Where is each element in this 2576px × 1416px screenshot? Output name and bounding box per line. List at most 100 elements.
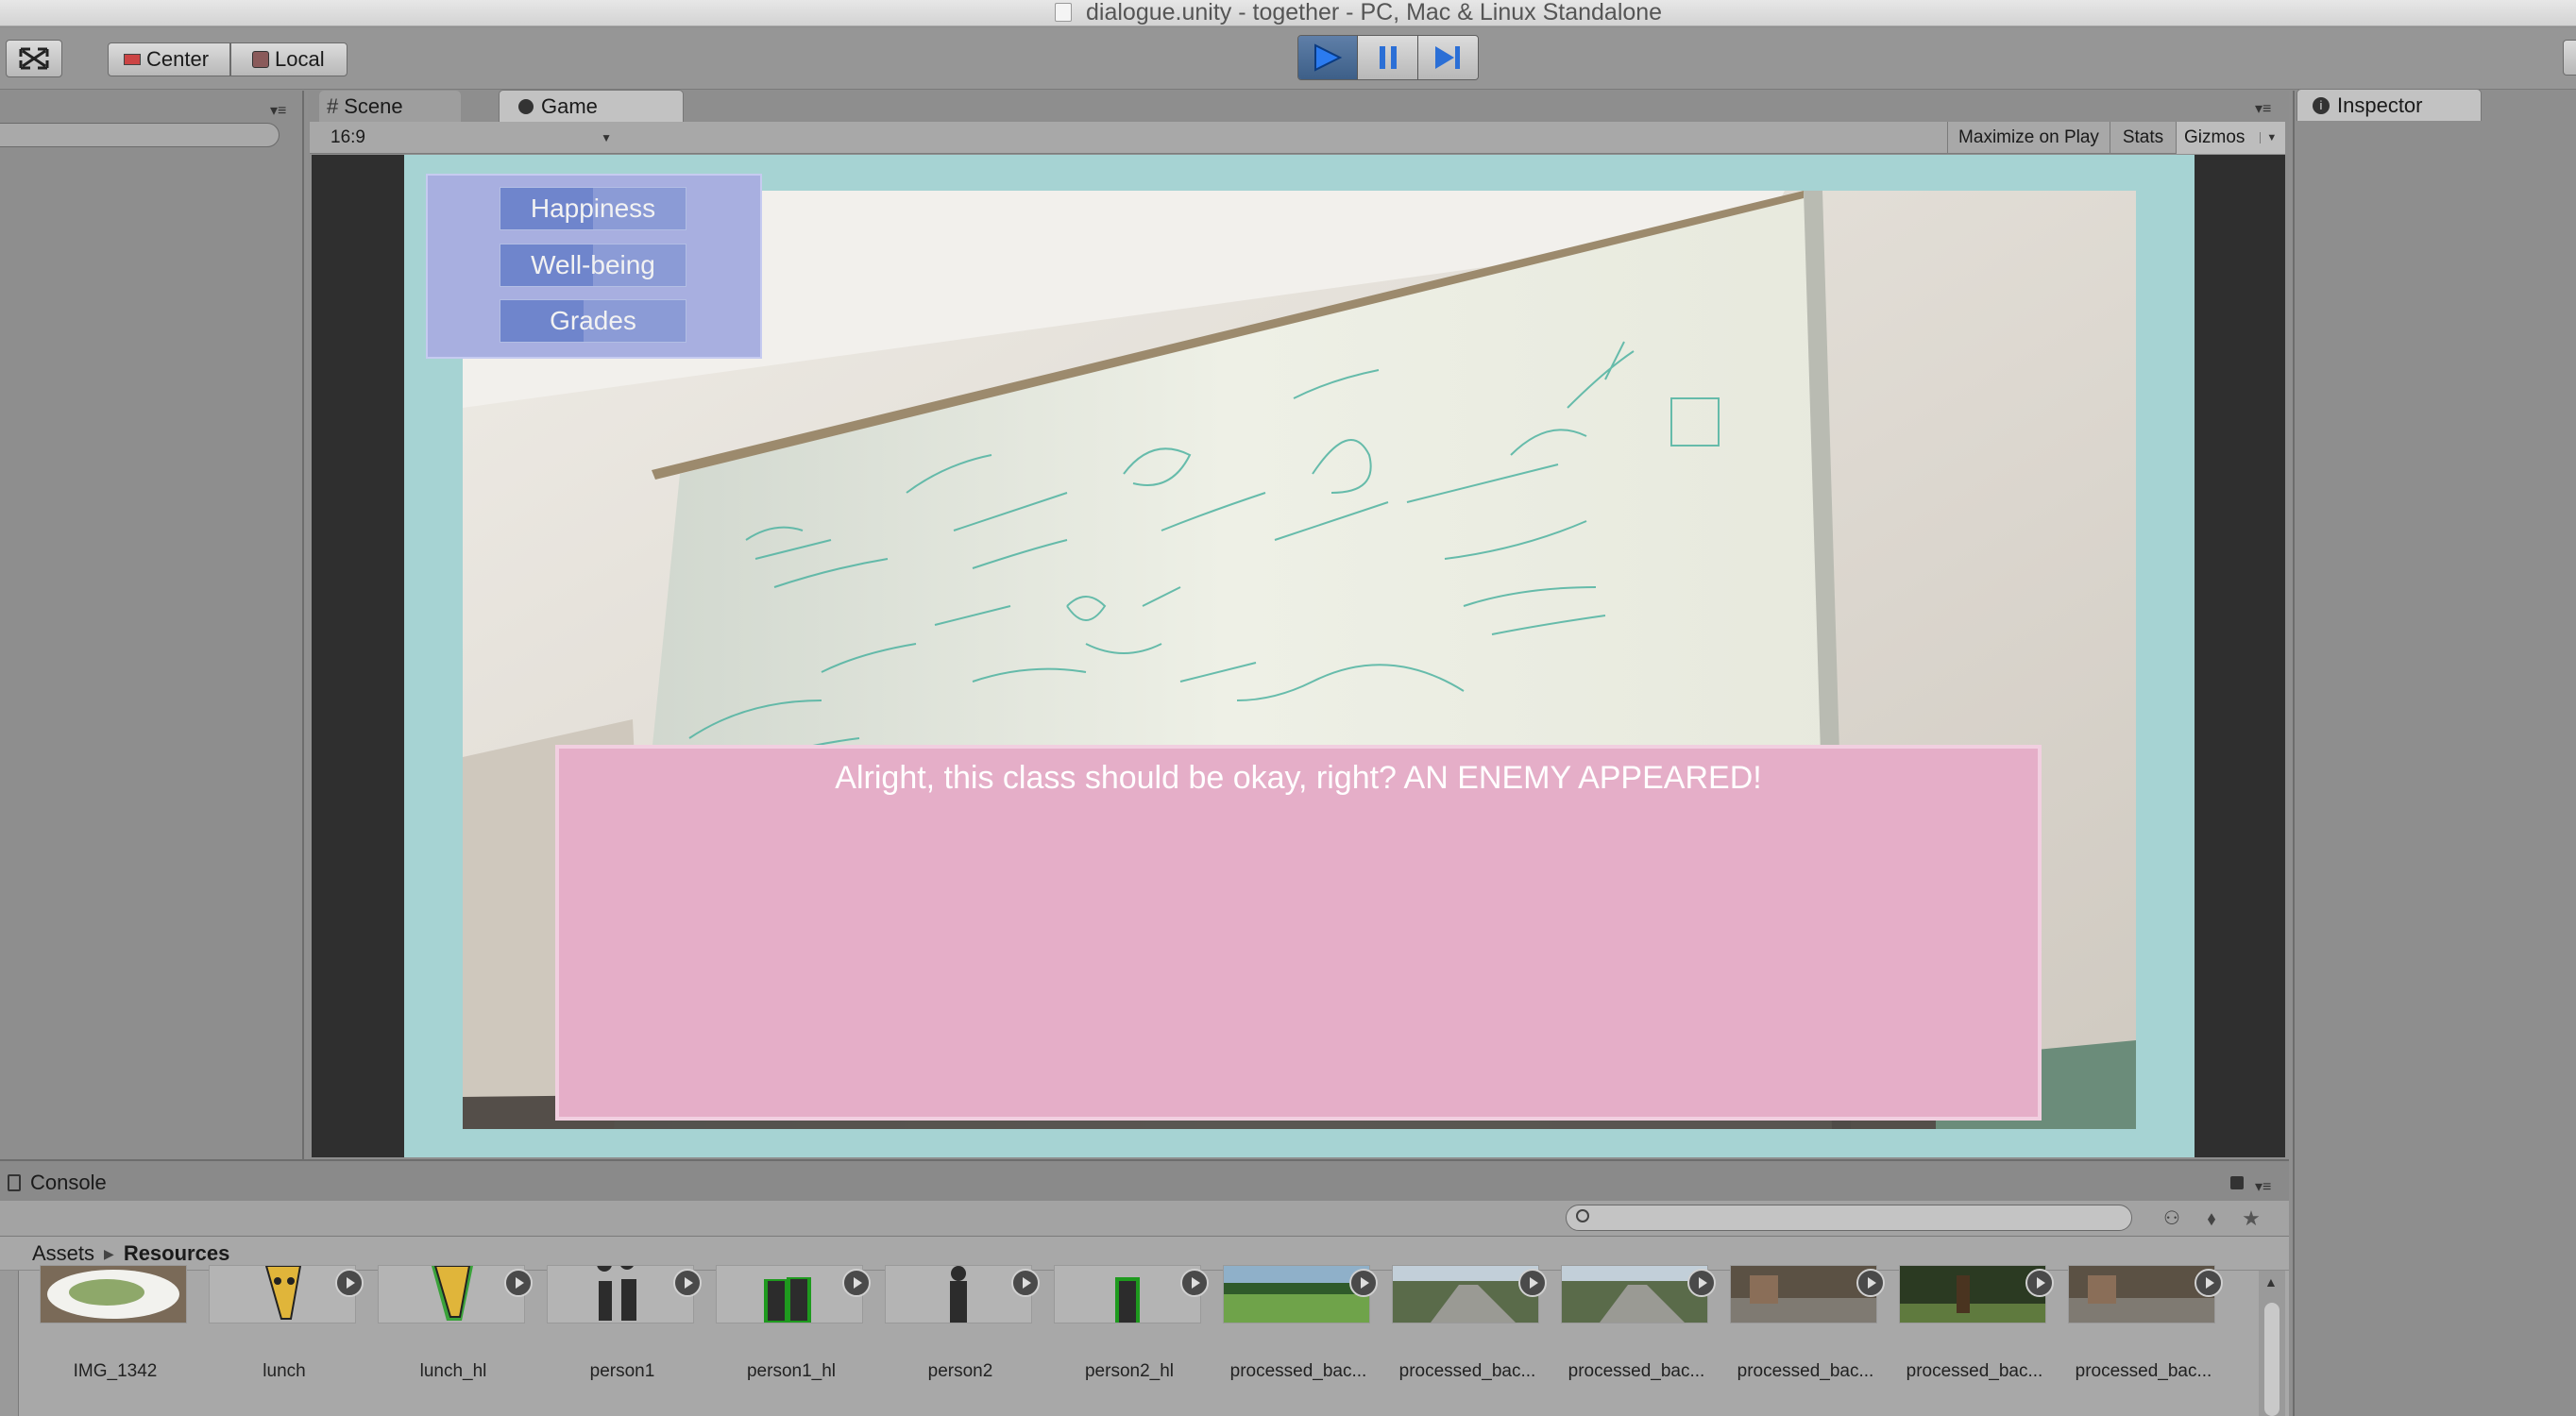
asset-label: processed_bac... <box>1568 1361 1705 1381</box>
gizmos-label: Gizmos <box>2184 127 2246 147</box>
game-menu-icon[interactable]: ▾≡ <box>2255 102 2283 117</box>
asset-thumbnail[interactable] <box>1054 1265 1201 1323</box>
tab-game[interactable]: Game <box>499 90 684 122</box>
breadcrumb-arrow-icon: ▶ <box>104 1245 114 1261</box>
stat-wellbeing[interactable]: Well-being <box>500 244 686 287</box>
asset-thumbnail[interactable] <box>1561 1265 1708 1323</box>
asset-label: processed_bac... <box>2075 1361 2212 1381</box>
asset-thumbnail[interactable] <box>1899 1265 2046 1323</box>
info-icon: i <box>2313 96 2330 114</box>
asset-expand-play-icon[interactable] <box>1518 1269 1547 1297</box>
asset-thumbnail[interactable] <box>209 1265 356 1323</box>
asset-item[interactable]: person2 <box>872 1265 1041 1416</box>
maximize-on-play-label: Maximize on Play <box>1958 127 2099 147</box>
asset-expand-play-icon[interactable] <box>1687 1269 1716 1297</box>
asset-item[interactable]: processed_bac... <box>1886 1265 2055 1416</box>
filter-by-label-icon[interactable]: ⬧ <box>2198 1206 2225 1231</box>
asset-expand-play-icon[interactable] <box>1856 1269 1885 1297</box>
asset-label: lunch <box>263 1361 306 1381</box>
asset-label: processed_bac... <box>1737 1361 1874 1381</box>
stat-happiness-label: Happiness <box>530 194 656 223</box>
tab-console-label: Console <box>30 1171 107 1194</box>
asset-label: IMG_1342 <box>73 1361 158 1381</box>
breadcrumb-resources[interactable]: Resources <box>124 1241 230 1266</box>
tab-scene-label: Scene <box>344 94 403 118</box>
asset-item[interactable]: person1_hl <box>703 1265 872 1416</box>
stat-grades-label: Grades <box>550 306 636 335</box>
asset-label: person2 <box>927 1361 993 1381</box>
asset-item[interactable]: processed_bac... <box>2055 1265 2224 1416</box>
asset-item[interactable]: processed_bac... <box>1210 1265 1379 1416</box>
maximize-scene-button[interactable] <box>6 40 62 77</box>
asset-thumbnail[interactable] <box>1223 1265 1370 1323</box>
hierarchy-panel <box>0 91 304 1159</box>
hierarchy-menu-icon[interactable]: ▾≡ <box>270 104 298 119</box>
asset-label: processed_bac... <box>1398 1361 1536 1381</box>
lock-icon[interactable] <box>2230 1176 2244 1189</box>
asset-thumbnail[interactable] <box>547 1265 694 1323</box>
console-icon <box>8 1174 21 1191</box>
scroll-up-icon[interactable]: ▲ <box>2264 1274 2278 1290</box>
asset-thumbnail[interactable] <box>2068 1265 2215 1323</box>
window-title: dialogue.unity - together - PC, Mac & Li… <box>1086 0 1663 25</box>
pivot-label: Center <box>146 47 210 71</box>
asset-expand-play-icon[interactable] <box>673 1269 702 1297</box>
stat-grades[interactable]: Grades <box>500 299 686 343</box>
project-folder-tree-edge <box>0 1271 19 1416</box>
asset-expand-play-icon[interactable] <box>842 1269 871 1297</box>
assets-scrollbar[interactable]: ▲ <box>2259 1271 2285 1416</box>
hierarchy-search-input[interactable] <box>0 123 280 147</box>
pause-icon <box>1379 46 1397 69</box>
asset-item[interactable]: person2_hl <box>1041 1265 1210 1416</box>
dialogue-box[interactable]: Alright, this class should be okay, righ… <box>555 745 2042 1121</box>
asset-item[interactable]: person1 <box>534 1265 703 1416</box>
pivot-icon <box>124 54 141 65</box>
asset-expand-play-icon[interactable] <box>2195 1269 2223 1297</box>
maximize-on-play-toggle[interactable]: Maximize on Play <box>1947 122 2110 154</box>
asset-thumbnail[interactable] <box>40 1265 187 1323</box>
asset-thumbnail[interactable] <box>1392 1265 1539 1323</box>
unity-document-icon <box>1055 3 1072 22</box>
tab-scene[interactable]: # Scene <box>319 91 461 123</box>
step-button[interactable] <box>1417 36 1478 79</box>
stat-happiness[interactable]: Happiness <box>500 187 686 230</box>
console-menu-icon[interactable]: ▾≡ <box>2255 1180 2283 1195</box>
gizmos-toggle[interactable]: Gizmos ▼ <box>2176 122 2285 154</box>
aspect-dropdown[interactable]: 16:9 ▼ <box>321 124 619 152</box>
stat-wellbeing-label: Well-being <box>531 250 655 279</box>
play-button[interactable] <box>1298 36 1359 79</box>
breadcrumb-assets[interactable]: Assets <box>32 1241 94 1266</box>
layers-dropdown-edge[interactable] <box>2563 40 2576 76</box>
asset-expand-play-icon[interactable] <box>2025 1269 2054 1297</box>
asset-expand-play-icon[interactable] <box>335 1269 364 1297</box>
space-local-button[interactable]: Local <box>230 42 347 76</box>
asset-item[interactable]: processed_bac... <box>1717 1265 1886 1416</box>
tab-game-label: Game <box>541 93 598 118</box>
asset-item[interactable]: processed_bac... <box>1379 1265 1548 1416</box>
console-tab-bar <box>0 1159 2289 1201</box>
favorites-star-icon[interactable]: ★ <box>2238 1206 2264 1231</box>
asset-item[interactable]: lunch_hl <box>364 1265 534 1416</box>
asset-thumbnail[interactable] <box>716 1265 863 1323</box>
asset-item[interactable]: IMG_1342 <box>26 1265 195 1416</box>
asset-thumbnail[interactable] <box>885 1265 1032 1323</box>
asset-expand-play-icon[interactable] <box>1011 1269 1040 1297</box>
aspect-label: 16:9 <box>330 127 365 147</box>
stats-toggle[interactable]: Stats <box>2110 122 2176 154</box>
scroll-thumb[interactable] <box>2264 1303 2279 1416</box>
pivot-center-button[interactable]: Center <box>108 42 230 76</box>
tab-console[interactable]: Console <box>8 1167 140 1199</box>
asset-item[interactable]: processed_bac... <box>1548 1265 1717 1416</box>
asset-thumbnail[interactable] <box>378 1265 525 1323</box>
asset-label: person1 <box>589 1361 655 1381</box>
pause-button[interactable] <box>1358 36 1418 79</box>
asset-expand-play-icon[interactable] <box>1349 1269 1378 1297</box>
asset-thumbnail[interactable] <box>1730 1265 1877 1323</box>
asset-item[interactable]: lunch <box>195 1265 364 1416</box>
gizmos-dropdown-icon[interactable]: ▼ <box>2260 132 2277 143</box>
asset-expand-play-icon[interactable] <box>504 1269 533 1297</box>
tab-inspector[interactable]: i Inspector <box>2296 89 2482 121</box>
filter-by-type-icon[interactable]: ⚇ <box>2159 1206 2185 1231</box>
asset-expand-play-icon[interactable] <box>1180 1269 1209 1297</box>
project-search-input[interactable] <box>1566 1205 2132 1231</box>
